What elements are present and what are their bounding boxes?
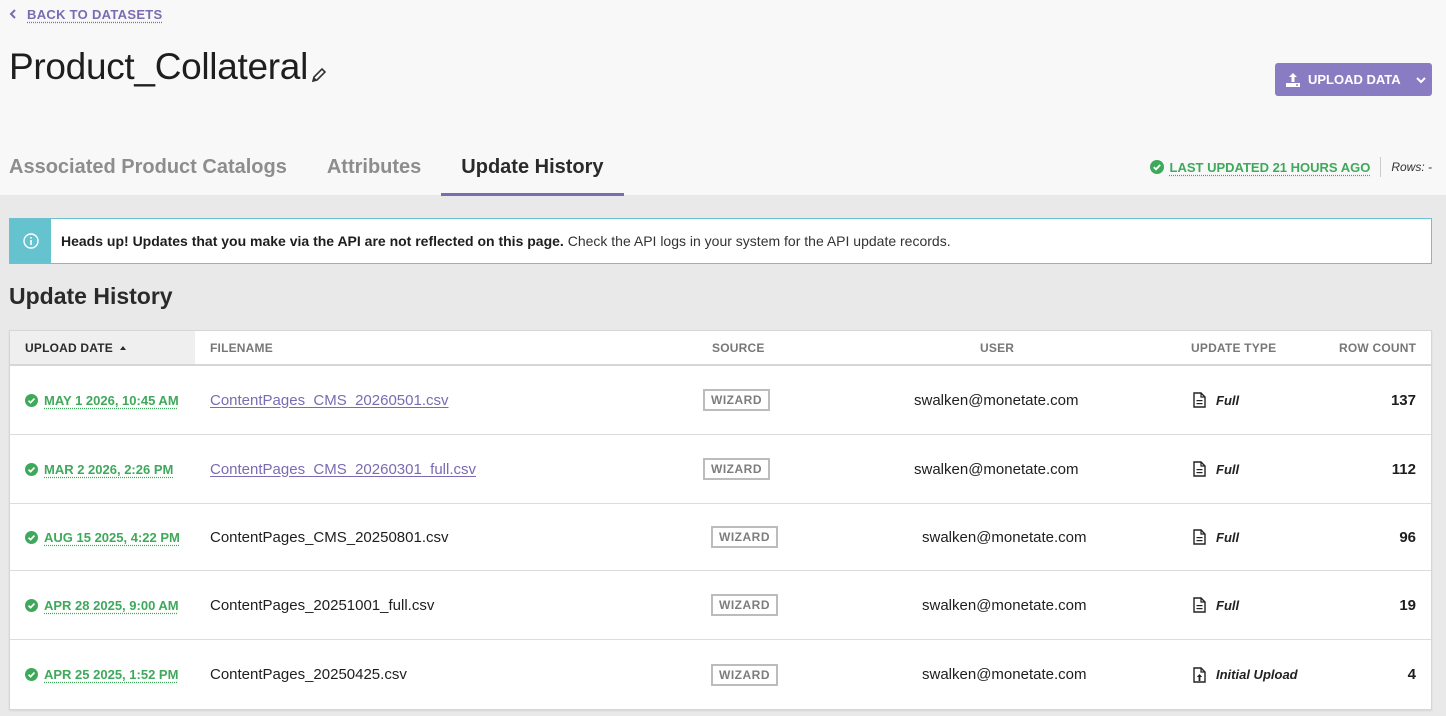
update-type-cell: Full (1193, 504, 1239, 570)
filename-cell: ContentPages_20250425.csv (210, 666, 407, 683)
api-notice-banner: Heads up! Updates that you make via the … (9, 218, 1432, 264)
check-circle-icon (25, 530, 38, 544)
check-circle-icon (25, 668, 38, 681)
row-count-cell: 4 (1407, 666, 1416, 683)
filename-link[interactable]: ContentPages_CMS_20260301_full.csv (210, 461, 476, 478)
upload-date-cell[interactable]: MAY 1 2026, 10:45 AM (25, 366, 179, 434)
update-type-cell: Initial Upload (1193, 640, 1298, 709)
column-header-source[interactable]: SOURCE (712, 331, 765, 364)
last-updated-status[interactable]: LAST UPDATED 21 HOURS AGO (1149, 159, 1371, 175)
upload-date-text: MAR 2 2026, 2:26 PM (44, 461, 174, 477)
document-icon (1193, 597, 1206, 613)
section-title: Update History (9, 283, 173, 309)
update-type-text: Full (1216, 461, 1240, 477)
upload-icon (1286, 72, 1300, 87)
update-history-table: UPLOAD DATE FILENAME SOURCE USER UPDATE … (9, 330, 1432, 710)
filename-link[interactable]: ContentPages_CMS_20260501.csv (210, 392, 449, 409)
update-type-text: Full (1216, 392, 1240, 408)
user-cell: swalken@monetate.com (914, 460, 1079, 478)
upload-date-text: AUG 15 2025, 4:22 PM (44, 529, 180, 545)
upload-date-cell[interactable]: APR 28 2025, 9:00 AM (25, 571, 179, 639)
banner-message-bold: Heads up! Updates that you make via the … (61, 233, 564, 249)
status-divider (1380, 157, 1382, 177)
status-area: LAST UPDATED 21 HOURS AGO Rows: - (1149, 157, 1432, 177)
row-count-cell: 19 (1399, 596, 1416, 614)
page-header: BACK TO DATASETS Product_Collateral UPLO… (0, 0, 1446, 196)
title-row: Product_Collateral (9, 46, 328, 88)
row-count-cell: 112 (1391, 460, 1416, 478)
column-header-update-type[interactable]: UPDATE TYPE (1191, 331, 1276, 364)
tab-bar: Associated Product Catalogs Attributes U… (9, 140, 624, 196)
table-row: MAY 1 2026, 10:45 AM ContentPages_CMS_20… (10, 366, 1431, 435)
update-type-text: Full (1216, 597, 1240, 613)
row-count-cell: 137 (1390, 391, 1416, 409)
upload-date-cell[interactable]: MAR 2 2026, 2:26 PM (25, 435, 173, 503)
table-row: MAR 2 2026, 2:26 PM ContentPages_CMS_202… (10, 435, 1431, 504)
source-badge: WIZARD (711, 594, 778, 616)
upload-date-text: APR 25 2025, 1:52 PM (44, 667, 179, 682)
user-cell: swalken@monetate.com (914, 391, 1079, 409)
pencil-icon[interactable] (310, 66, 328, 84)
column-header-upload-date[interactable]: UPLOAD DATE (10, 331, 195, 364)
document-icon (1193, 392, 1206, 408)
chevron-down-icon (1415, 76, 1426, 83)
source-badge: WIZARD (711, 526, 778, 548)
table-row: APR 25 2025, 1:52 PM ContentPages_202504… (10, 640, 1431, 709)
check-circle-icon (1149, 160, 1164, 174)
filename-cell: ContentPages_20251001_full.csv (210, 596, 435, 614)
check-circle-icon (25, 393, 38, 407)
update-type-text: Full (1216, 529, 1240, 545)
user-cell: swalken@monetate.com (922, 528, 1087, 546)
back-link-label: BACK TO DATASETS (27, 6, 163, 22)
banner-message-rest: Check the API logs in your system for th… (563, 233, 951, 249)
sort-ascending-icon (119, 345, 126, 350)
upload-date-cell[interactable]: AUG 15 2025, 4:22 PM (25, 504, 180, 570)
column-header-filename[interactable]: FILENAME (210, 331, 273, 364)
upload-date-header-label: UPLOAD DATE (25, 340, 113, 355)
source-badge: WIZARD (703, 389, 770, 411)
last-updated-label: LAST UPDATED 21 HOURS AGO (1169, 159, 1371, 175)
tab-update-history[interactable]: Update History (441, 140, 624, 196)
column-header-user[interactable]: USER (980, 331, 1014, 364)
update-type-cell: Full (1193, 366, 1239, 434)
check-circle-icon (25, 462, 38, 476)
table-header: UPLOAD DATE FILENAME SOURCE USER UPDATE … (10, 331, 1431, 366)
banner-message: Heads up! Updates that you make via the … (51, 233, 951, 249)
user-cell: swalken@monetate.com (922, 666, 1087, 683)
user-cell: swalken@monetate.com (922, 596, 1087, 614)
check-circle-icon (25, 598, 38, 612)
upload-data-button[interactable]: UPLOAD DATA (1275, 63, 1432, 96)
table-row: AUG 15 2025, 4:22 PM ContentPages_CMS_20… (10, 504, 1431, 571)
tab-associated-product-catalogs[interactable]: Associated Product Catalogs (9, 140, 307, 196)
upload-date-text: MAY 1 2026, 10:45 AM (44, 392, 179, 408)
upload-date-text: APR 28 2025, 9:00 AM (44, 597, 179, 613)
page-title: Product_Collateral (9, 46, 308, 87)
upload-date-cell[interactable]: APR 25 2025, 1:52 PM (25, 640, 178, 709)
update-type-cell: Full (1193, 571, 1239, 639)
table-row: APR 28 2025, 9:00 AM ContentPages_202510… (10, 571, 1431, 640)
source-badge: WIZARD (711, 663, 778, 686)
back-to-datasets-link[interactable]: BACK TO DATASETS (9, 6, 163, 22)
chevron-left-icon (9, 6, 17, 22)
update-type-cell: Full (1193, 435, 1239, 503)
rows-count-label: Rows: - (1391, 160, 1432, 174)
tab-attributes[interactable]: Attributes (307, 140, 441, 196)
document-icon (1193, 529, 1206, 545)
update-type-text: Initial Upload (1216, 667, 1298, 682)
info-icon (22, 233, 39, 249)
row-count-cell: 96 (1399, 528, 1416, 546)
banner-icon-box (10, 219, 51, 263)
source-badge: WIZARD (703, 458, 770, 480)
column-header-row-count[interactable]: ROW COUNT (1339, 331, 1416, 364)
filename-cell: ContentPages_CMS_20250801.csv (210, 528, 449, 546)
upload-data-label: UPLOAD DATA (1308, 72, 1401, 87)
document-icon (1193, 461, 1206, 477)
initial-upload-icon (1193, 666, 1206, 683)
